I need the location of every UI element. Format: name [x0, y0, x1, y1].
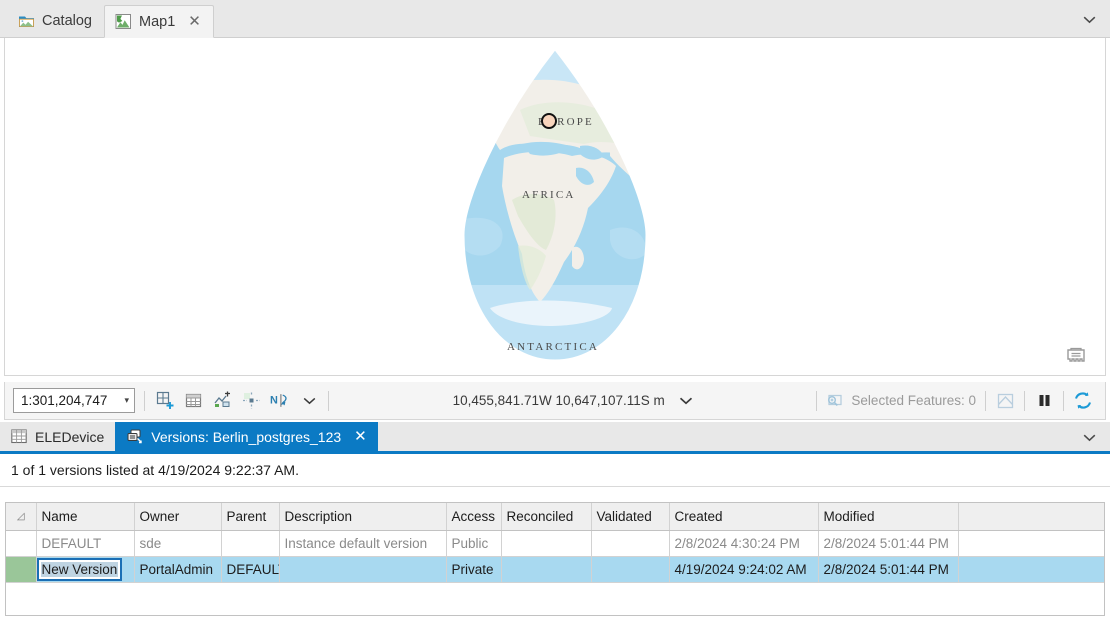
column-header-name[interactable]: Name: [36, 503, 135, 531]
divider: [328, 390, 329, 411]
table-row[interactable]: DEFAULT sde Instance default version Pub…: [6, 530, 1104, 557]
dock-tab-label: ELEDevice: [35, 428, 105, 445]
column-header-owner[interactable]: Owner: [134, 503, 222, 531]
dock-tab-eledevice[interactable]: ELEDevice: [0, 422, 115, 451]
refresh-icon[interactable]: [1073, 391, 1093, 411]
select-all-header[interactable]: ◿: [6, 503, 37, 531]
column-header-reconciled[interactable]: Reconciled: [501, 503, 592, 531]
cell-modified[interactable]: 2/8/2024 5:01:44 PM: [818, 556, 959, 583]
cell-blank: [958, 530, 1104, 557]
column-header-blank: [958, 503, 1104, 531]
close-icon[interactable]: ✕: [354, 429, 367, 444]
column-header-validated[interactable]: Validated: [591, 503, 670, 531]
table-icon: [11, 429, 27, 444]
view-tab-map1[interactable]: Map1 ✕: [103, 5, 214, 38]
clear-selection-icon[interactable]: [995, 391, 1015, 411]
divider: [816, 390, 818, 411]
north-arrow-icon[interactable]: N: [270, 391, 290, 411]
versions-table: ◿ Name Owner Parent Description Access R…: [6, 503, 1104, 583]
corner-glyph: ◿: [16, 511, 25, 522]
column-header-parent[interactable]: Parent: [221, 503, 280, 531]
name-edit-text: New Version: [40, 562, 119, 577]
map-label-antarctica: ANTARCTICA: [507, 341, 600, 353]
grid-icon[interactable]: [183, 391, 203, 411]
row-selector[interactable]: [6, 530, 37, 557]
cell-owner[interactable]: sde: [134, 530, 222, 557]
table-header-row: ◿ Name Owner Parent Description Access R…: [6, 503, 1104, 531]
arcgis-pro-window: Catalog Map1 ✕ EUROPE AFRICA ANTARCTICA …: [0, 0, 1110, 618]
versions-icon: [126, 429, 143, 444]
map-tools: N: [154, 391, 319, 411]
cell-blank: [958, 556, 1104, 583]
view-tab-label: Catalog: [42, 13, 92, 29]
column-header-access[interactable]: Access: [446, 503, 502, 531]
add-new-map-frame-icon[interactable]: [154, 391, 174, 411]
versions-panel: 1 of 1 versions listed at 4/19/2024 9:22…: [0, 451, 1110, 618]
divider: [144, 390, 145, 411]
scale-value: 1:301,204,747: [21, 393, 108, 408]
cell-reconciled[interactable]: [501, 556, 592, 583]
table-row[interactable]: New Version PortalAdmin DEFAULT Private …: [6, 556, 1104, 583]
svg-text:N: N: [270, 395, 278, 407]
cell-validated[interactable]: [591, 530, 670, 557]
view-tab-label: Map1: [138, 13, 176, 30]
cell-created[interactable]: 4/19/2024 9:24:02 AM: [669, 556, 819, 583]
cell-name[interactable]: New Version: [36, 556, 135, 583]
pause-drawing-icon[interactable]: [1034, 391, 1054, 411]
attribution-icon[interactable]: [1059, 341, 1093, 369]
column-header-modified[interactable]: Modified: [818, 503, 959, 531]
chevron-down-icon[interactable]: ▾: [124, 395, 129, 406]
close-icon[interactable]: ✕: [188, 14, 201, 29]
cell-description[interactable]: Instance default version: [279, 530, 447, 557]
dock-tab-label: Versions: Berlin_postgres_123: [151, 428, 342, 445]
map-status-bar: 1:301,204,747 ▾ N 10,455,841.71W 10,647,…: [4, 382, 1106, 420]
cell-parent[interactable]: [221, 530, 280, 557]
map-canvas[interactable]: EUROPE AFRICA ANTARCTICA: [4, 38, 1106, 376]
divider: [1024, 390, 1025, 411]
dock-tab-versions[interactable]: Versions: Berlin_postgres_123 ✕: [115, 422, 378, 451]
divider: [985, 390, 986, 411]
versions-grid[interactable]: ◿ Name Owner Parent Description Access R…: [5, 502, 1105, 616]
selected-features-label: Selected Features: 0: [851, 393, 976, 408]
versions-status-text: 1 of 1 versions listed at 4/19/2024 9:22…: [0, 454, 1110, 487]
scale-selector[interactable]: 1:301,204,747 ▾: [13, 388, 135, 413]
column-header-created[interactable]: Created: [669, 503, 819, 531]
coordinate-value: 10,455,841.71W 10,647,107.11S m: [452, 393, 665, 408]
coordinate-readout: 10,455,841.71W 10,647,107.11S m: [338, 393, 807, 408]
select-features-icon: [826, 392, 845, 409]
view-tab-bar: Catalog Map1 ✕: [0, 0, 1110, 38]
divider: [1063, 390, 1064, 411]
selected-features-status: Selected Features: 0: [826, 392, 976, 409]
map-label-africa: AFRICA: [522, 189, 576, 201]
view-tab-catalog[interactable]: Catalog: [8, 5, 104, 37]
cell-description[interactable]: [279, 556, 447, 583]
cell-modified[interactable]: 2/8/2024 5:01:44 PM: [818, 530, 959, 557]
point-marker[interactable]: [541, 113, 557, 129]
chevron-down-icon[interactable]: [1078, 427, 1100, 447]
add-to-layout-icon[interactable]: [212, 391, 232, 411]
cell-access[interactable]: Private: [446, 556, 502, 583]
dock-tab-bar: ELEDevice Versions: Berlin_postgres_123 …: [0, 422, 1110, 451]
cell-reconciled[interactable]: [501, 530, 592, 557]
map-icon: [115, 13, 132, 30]
cell-parent[interactable]: DEFAULT: [221, 556, 280, 583]
globe-graphic: EUROPE AFRICA ANTARCTICA: [460, 50, 650, 360]
cell-validated[interactable]: [591, 556, 670, 583]
cell-access[interactable]: Public: [446, 530, 502, 557]
cell-owner[interactable]: PortalAdmin: [134, 556, 222, 583]
chevron-down-icon[interactable]: [1078, 8, 1100, 30]
name-edit-field[interactable]: New Version: [36, 558, 123, 581]
cell-name[interactable]: DEFAULT: [36, 530, 135, 557]
column-header-description[interactable]: Description: [279, 503, 447, 531]
row-selector[interactable]: [6, 556, 37, 583]
snapping-icon[interactable]: [241, 391, 261, 411]
catalog-icon: [18, 13, 35, 30]
chevron-down-icon[interactable]: [679, 393, 693, 408]
cell-created[interactable]: 2/8/2024 4:30:24 PM: [669, 530, 819, 557]
chevron-down-icon[interactable]: [299, 391, 319, 411]
